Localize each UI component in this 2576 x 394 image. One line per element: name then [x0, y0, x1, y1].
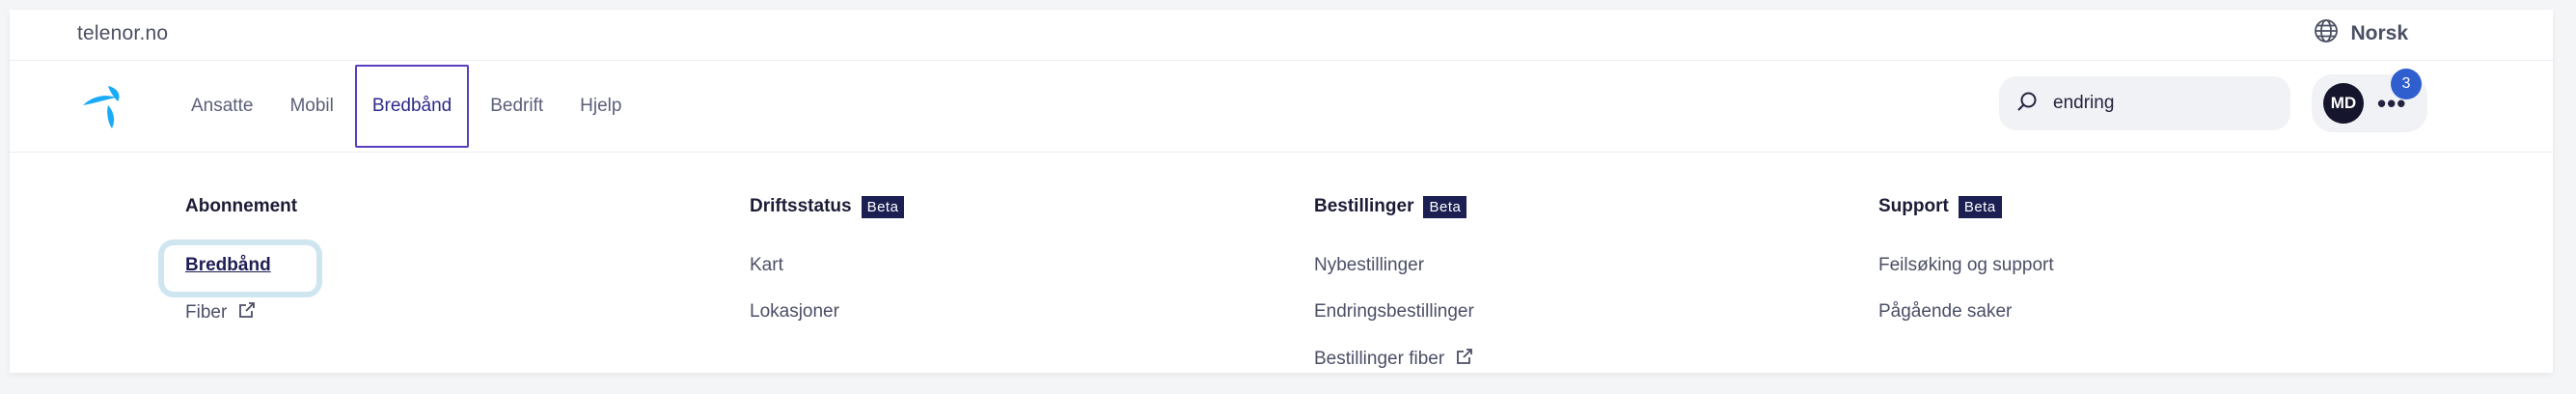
globe-icon — [2314, 18, 2339, 49]
menu-link-kart[interactable]: Kart — [750, 255, 783, 276]
nav-item-bedrift[interactable]: Bedrift — [475, 65, 559, 148]
menu-link-nybestillinger[interactable]: Nybestillinger — [1314, 255, 1424, 276]
menu-link-pagaende-saker[interactable]: Pågående saker — [1878, 301, 2012, 323]
menu-link-feilsoking-og-support[interactable]: Feilsøking og support — [1878, 255, 2054, 276]
avatar: MD — [2323, 83, 2364, 124]
menu-link-lokasjoner[interactable]: Lokasjoner — [750, 301, 839, 323]
nav-item-bredband[interactable]: Bredbånd — [354, 65, 470, 148]
beta-badge: Beta — [1958, 195, 2002, 218]
menu-link-bredband[interactable]: Bredbånd — [185, 255, 271, 276]
nav-item-ansatte[interactable]: Ansatte — [176, 65, 268, 148]
menu-link-fiber[interactable]: Fiber — [185, 301, 256, 324]
nav-item-hjelp[interactable]: Hjelp — [564, 65, 637, 148]
column-title: Support — [1878, 196, 1949, 216]
column-title: Driftsstatus — [750, 196, 852, 216]
menu-link-label: Fiber — [185, 302, 228, 323]
column-title: Abonnement — [185, 196, 298, 216]
main-nav: Ansatte Mobil Bredbånd Bedrift Hjelp MD … — [10, 61, 2553, 153]
nav-items: Ansatte Mobil Bredbånd Bedrift Hjelp — [176, 61, 643, 152]
header-panel: telenor.no Norsk Ansatte Mobil Bredbånd … — [10, 10, 2553, 373]
menu-link-label: Bestillinger fiber — [1314, 349, 1445, 369]
notification-badge: 3 — [2391, 69, 2422, 99]
site-name[interactable]: telenor.no — [77, 22, 168, 45]
column-title: Bestillinger — [1314, 196, 1414, 216]
language-selector[interactable]: Norsk — [2314, 19, 2408, 48]
menu-link-bestillinger-fiber[interactable]: Bestillinger fiber — [1314, 348, 1473, 371]
menu-column-driftsstatus: Driftsstatus Beta — [750, 193, 905, 220]
menu-link-endringsbestillinger[interactable]: Endringsbestillinger — [1314, 301, 1474, 323]
external-link-icon — [238, 301, 256, 324]
telenor-logo-icon[interactable] — [79, 78, 133, 132]
external-link-icon — [1456, 348, 1473, 371]
language-label: Norsk — [2350, 22, 2408, 44]
nav-item-mobil[interactable]: Mobil — [274, 65, 348, 148]
menu-column-support: Support Beta — [1878, 193, 2002, 220]
search-box[interactable] — [1999, 76, 2290, 130]
beta-badge: Beta — [1423, 195, 1467, 218]
beta-badge: Beta — [861, 195, 905, 218]
search-input[interactable] — [2051, 92, 2267, 115]
top-bar: telenor.no Norsk — [10, 10, 2553, 61]
menu-column-bestillinger: Bestillinger Beta — [1314, 193, 1467, 220]
menu-column-abonnement: Abonnement — [185, 193, 297, 220]
search-icon — [2016, 91, 2038, 117]
